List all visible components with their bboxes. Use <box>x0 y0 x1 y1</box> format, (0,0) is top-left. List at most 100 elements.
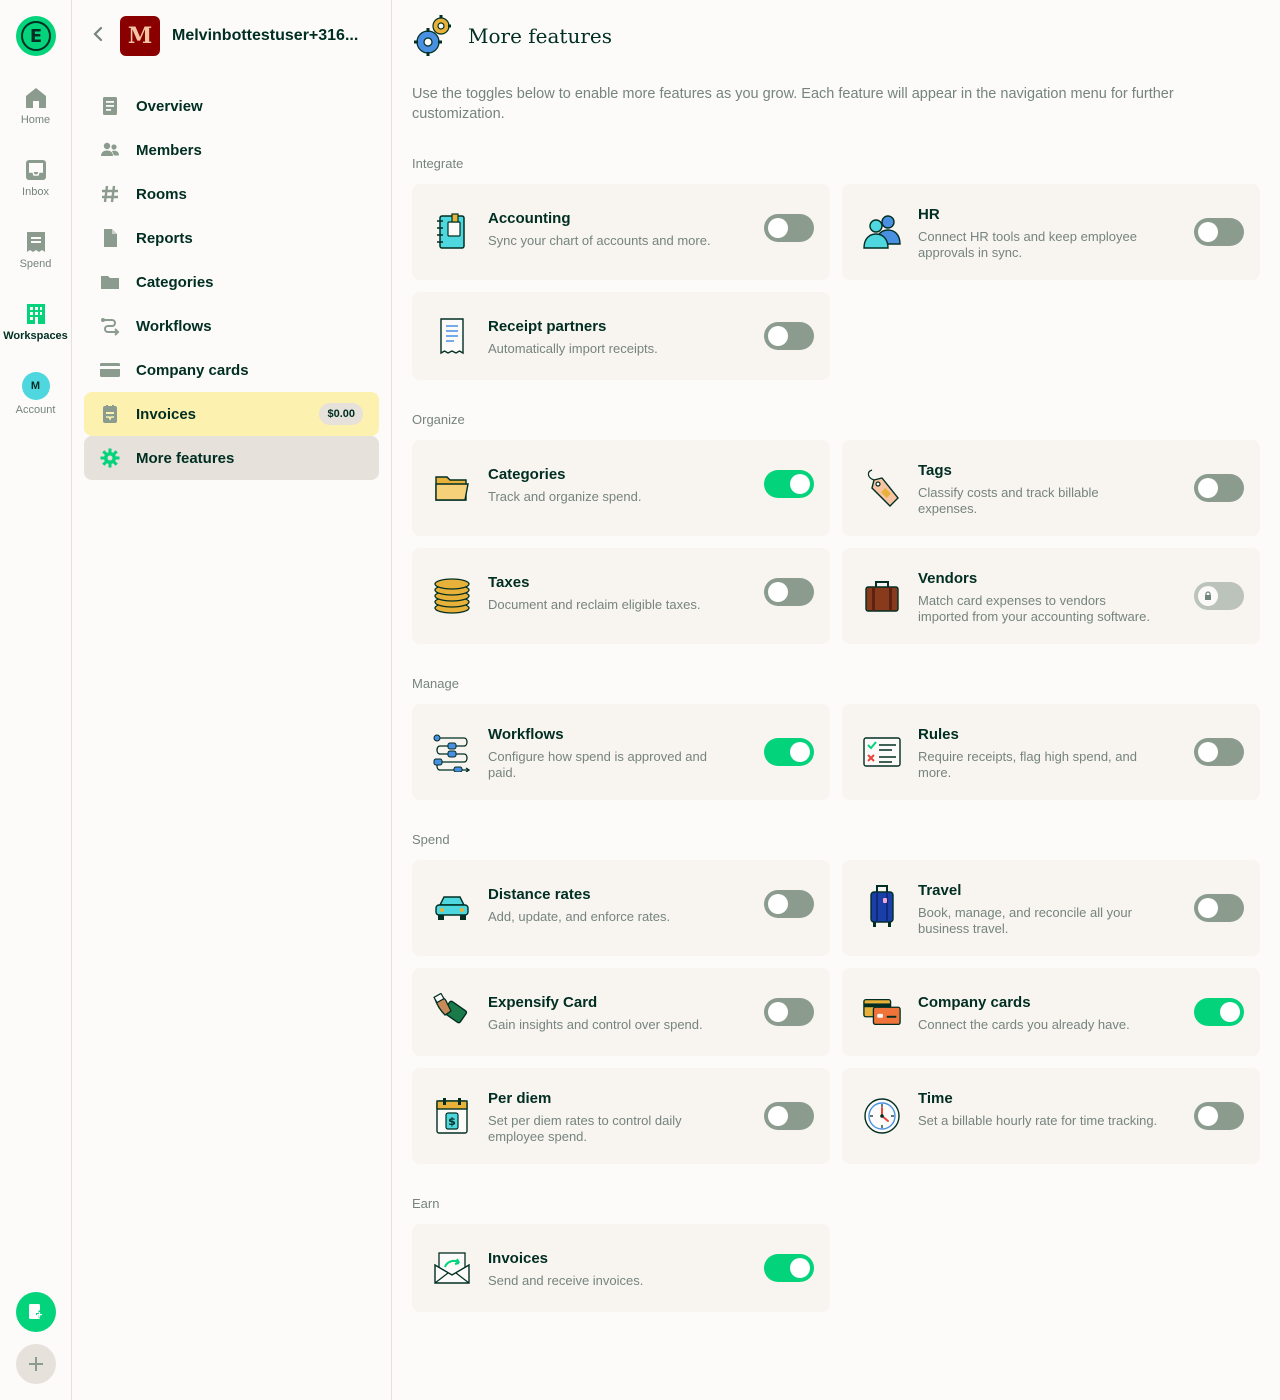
workflows-toggle[interactable] <box>764 738 814 766</box>
left-rail: E Home Inbox Spend Workspaces M Account <box>0 0 72 1400</box>
section-manage: Manage <box>412 676 459 691</box>
feature-description: Set per diem rates to control daily empl… <box>488 1113 682 1144</box>
toggle-knob <box>790 742 810 762</box>
sidebar-item-label: More features <box>136 449 235 467</box>
categories-toggle[interactable] <box>764 470 814 498</box>
feature-description: Sync your chart of accounts and more. <box>488 233 711 248</box>
home-icon <box>25 88 46 108</box>
taxes-toggle[interactable] <box>764 578 814 606</box>
notebook-icon <box>432 212 472 252</box>
rail-item-spend[interactable]: Spend <box>0 230 71 270</box>
feature-card-receipt-partners: Receipt partners Automatically import re… <box>412 292 830 380</box>
cards-icon <box>862 992 902 1032</box>
feature-description: Gain insights and control over spend. <box>488 1017 703 1032</box>
feature-description: Set a billable hourly rate for time trac… <box>918 1113 1158 1128</box>
feature-title: Vendors <box>918 570 978 587</box>
sidebar-item-categories[interactable]: Categories <box>84 260 379 304</box>
distance-rates-toggle[interactable] <box>764 890 814 918</box>
toggle-knob <box>1198 586 1218 606</box>
sidebar-item-overview[interactable]: Overview <box>84 84 379 128</box>
rail-item-home[interactable]: Home <box>0 86 71 126</box>
invoices-toggle[interactable] <box>764 1254 814 1282</box>
credit-card-icon <box>100 363 120 377</box>
feature-title: Distance rates <box>488 886 591 903</box>
sidebar-item-company-cards[interactable]: Company cards <box>84 348 379 392</box>
gear-icon <box>100 448 120 468</box>
rail-item-workspaces[interactable]: Workspaces <box>0 302 71 342</box>
company-cards-toggle[interactable] <box>1194 998 1244 1026</box>
tag-icon <box>862 468 902 508</box>
feature-card-invoices: Invoices Send and receive invoices. <box>412 1224 830 1312</box>
sidebar-item-label: Overview <box>136 97 203 115</box>
rail-label-home: Home <box>20 114 51 126</box>
feature-title: Workflows <box>488 726 564 743</box>
rail-label-workspaces: Workspaces <box>3 330 68 342</box>
toggle-knob <box>768 894 788 914</box>
toggle-knob <box>790 474 810 494</box>
inbox-icon <box>25 160 46 180</box>
per-diem-toggle[interactable] <box>764 1102 814 1130</box>
hashtag-icon <box>102 185 118 203</box>
main-content: More features Use the toggles below to e… <box>392 0 1280 1400</box>
create-button[interactable] <box>16 1292 56 1332</box>
sidebar-item-label: Workflows <box>136 317 212 335</box>
feature-title: Rules <box>918 726 959 743</box>
feature-card-vendors: Vendors Match card expenses to vendors i… <box>842 548 1260 644</box>
new-expense-icon <box>29 1304 43 1319</box>
feature-card-time: Time Set a billable hourly rate for time… <box>842 1068 1260 1164</box>
hr-toggle[interactable] <box>1194 218 1244 246</box>
feature-title: HR <box>918 206 940 223</box>
workflow-icon <box>101 318 120 336</box>
receipt-partners-toggle[interactable] <box>764 322 814 350</box>
rail-label-inbox: Inbox <box>22 186 49 198</box>
rail-item-account[interactable]: M Account <box>0 372 71 416</box>
accounting-toggle[interactable] <box>764 214 814 242</box>
sidebar-item-reports[interactable]: Reports <box>84 216 379 260</box>
feature-card-company-cards: Company cards Connect the cards you alre… <box>842 968 1260 1056</box>
feature-card-rules: Rules Require receipts, flag high spend,… <box>842 704 1260 800</box>
sidebar-item-invoices[interactable]: Invoices $0.00 <box>84 392 379 436</box>
receipt-icon <box>432 316 472 356</box>
feature-description: Configure how spend is approved and paid… <box>488 749 707 780</box>
rail-item-inbox[interactable]: Inbox <box>0 158 71 198</box>
svg-text:$: $ <box>448 1115 456 1128</box>
expensify-card-toggle[interactable] <box>764 998 814 1026</box>
invoice-icon <box>103 405 117 423</box>
section-integrate: Integrate <box>412 156 464 171</box>
sidebar-item-label: Rooms <box>136 185 187 203</box>
file-icon <box>104 229 117 247</box>
tags-toggle[interactable] <box>1194 474 1244 502</box>
sidebar-item-members[interactable]: Members <box>84 128 379 172</box>
feature-title: Taxes <box>488 574 530 591</box>
amount-badge: $0.00 <box>319 403 363 425</box>
section-organize: Organize <box>412 412 465 427</box>
sidebar-nav: Overview Members Rooms Reports Categorie… <box>84 84 379 480</box>
feature-title: Tags <box>918 462 952 479</box>
expensify-logo[interactable]: E <box>16 16 56 56</box>
feature-card-expensify-card: Expensify Card Gain insights and control… <box>412 968 830 1056</box>
calendar-dollar-icon: $ <box>432 1096 472 1136</box>
sidebar-item-label: Categories <box>136 273 214 291</box>
car-icon <box>432 888 472 928</box>
section-spend: Spend <box>412 832 450 847</box>
sidebar-item-workflows[interactable]: Workflows <box>84 304 379 348</box>
feature-title: Expensify Card <box>488 994 598 1011</box>
feature-card-tags: Tags Classify costs and track billable e… <box>842 440 1260 536</box>
feature-card-distance-rates: Distance rates Add, update, and enforce … <box>412 860 830 956</box>
avatar: M <box>21 372 50 400</box>
feature-description: Classify costs and track billable expens… <box>918 485 1099 516</box>
time-toggle[interactable] <box>1194 1102 1244 1130</box>
back-button[interactable] <box>92 16 108 56</box>
toggle-knob <box>1198 222 1218 242</box>
suitcase-icon <box>862 885 902 927</box>
receipt-icon <box>26 232 45 252</box>
sidebar-item-more-features[interactable]: More features <box>84 436 379 480</box>
vendors-toggle[interactable] <box>1194 582 1244 610</box>
hand-card-icon <box>432 992 472 1032</box>
section-earn: Earn <box>412 1196 440 1211</box>
sidebar-item-rooms[interactable]: Rooms <box>84 172 379 216</box>
rules-toggle[interactable] <box>1194 738 1244 766</box>
add-button[interactable] <box>16 1344 56 1384</box>
workspace-avatar[interactable]: M <box>120 16 160 56</box>
travel-toggle[interactable] <box>1194 894 1244 922</box>
